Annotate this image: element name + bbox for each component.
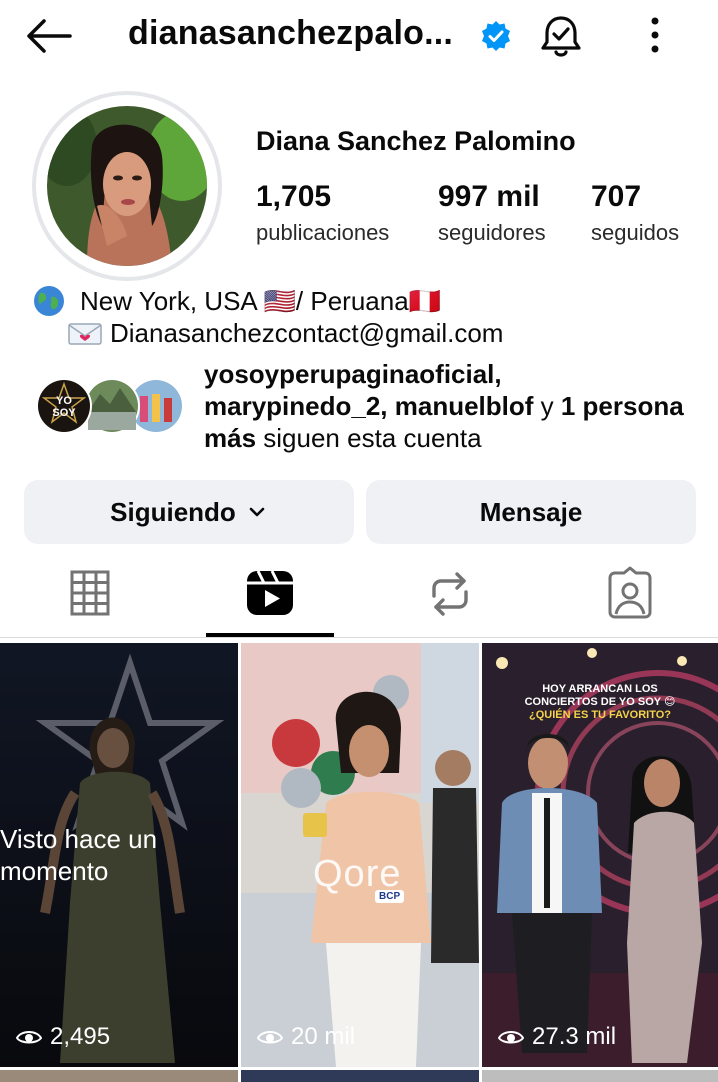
message-button[interactable]: Mensaje (366, 480, 696, 544)
eye-icon (16, 1031, 42, 1044)
posts-count: 1,705 (256, 180, 332, 213)
tagged-icon[interactable] (600, 566, 660, 622)
following-button[interactable]: Siguiendo (24, 480, 354, 544)
profile-username: dianasanchezpalo... (128, 14, 454, 52)
reels-icon[interactable] (240, 566, 300, 622)
reel-tile-6-peek[interactable] (482, 1070, 718, 1082)
reposts-icon[interactable] (420, 566, 480, 622)
svg-text:YO: YO (56, 395, 72, 407)
chevron-down-icon (249, 507, 265, 517)
reel-caption-line-2: CONCIERTOS DE YO SOY 😊 (524, 696, 676, 708)
reel-views-2: 20 mil (257, 1023, 355, 1051)
grid-icon[interactable] (60, 566, 120, 622)
profile-avatar[interactable] (47, 106, 207, 266)
followed-by-suffix: siguen esta cuenta (256, 423, 482, 453)
bio-location-line: New York, USA 🇺🇸/ Peruana🇵🇪 (32, 284, 441, 318)
reel-views-1: 2,495 (16, 1023, 110, 1051)
reel-views-count-1: 2,495 (50, 1023, 111, 1050)
reel-caption-line-1: HOY ARRANCAN LOS (542, 683, 658, 695)
following-button-label: Siguiendo (110, 496, 236, 527)
reel-tile-5-peek[interactable] (241, 1070, 479, 1082)
reel-tile-1[interactable]: Visto hace un momento 2,495 (0, 643, 238, 1067)
bio-email[interactable]: Dianasanchezcontact@gmail.com (110, 318, 503, 349)
reel-views-count-3: 27.3 mil (532, 1023, 617, 1050)
profile-full-name: Diana Sanchez Palomino (256, 126, 576, 156)
reel-seen-overlay: Visto hace un momento (0, 824, 158, 886)
reel-caption-3: HOY ARRANCAN LOS CONCIERTOS DE YO SOY 😊 … (482, 683, 718, 722)
message-button-label: Mensaje (479, 496, 583, 527)
following-label[interactable]: seguidos (591, 220, 679, 246)
followed-by-connector: y (533, 391, 561, 421)
reel-brand-tag: BCP (375, 890, 405, 903)
mutual-followers-avatars[interactable]: YO SOY (34, 376, 186, 436)
reel-tile-2[interactable]: Qore BCP 20 mil (241, 643, 479, 1067)
back-arrow-icon[interactable] (24, 16, 74, 56)
svg-text:SOY: SOY (52, 407, 76, 419)
posts-label: publicaciones (256, 220, 390, 245)
bio-location: New York, USA 🇺🇸/ Peruana🇵🇪 (80, 285, 442, 316)
verified-badge-icon (482, 21, 510, 51)
followers-label[interactable]: seguidores (438, 220, 546, 246)
envelope-icon (68, 322, 102, 345)
eye-icon (257, 1031, 283, 1044)
followed-by-names[interactable]: yosoyperupaginaoficial, marypinedo_2, ma… (204, 359, 533, 421)
notifications-bell-icon[interactable] (538, 12, 584, 60)
following-count[interactable]: 707 (591, 180, 641, 214)
reel-caption-line-3: ¿QUIÉN ES TU FAVORITO? (529, 709, 671, 721)
followers-count[interactable]: 997 mil (438, 180, 540, 214)
tabs-divider (0, 637, 718, 638)
reel-tile-3[interactable]: HOY ARRANCAN LOS CONCIERTOS DE YO SOY 😊 … (482, 643, 718, 1067)
reel-views-3: 27.3 mil (498, 1023, 616, 1051)
eye-icon (498, 1031, 524, 1044)
bio-email-line: Dianasanchezcontact@gmail.com (68, 318, 503, 349)
reel-tile-4-peek[interactable] (0, 1070, 238, 1082)
globe-icon (34, 286, 64, 316)
reel-views-count-2: 20 mil (291, 1023, 356, 1050)
more-options-icon[interactable] (640, 14, 670, 58)
followed-by-text[interactable]: yosoyperupaginaoficial, marypinedo_2, ma… (204, 358, 684, 454)
